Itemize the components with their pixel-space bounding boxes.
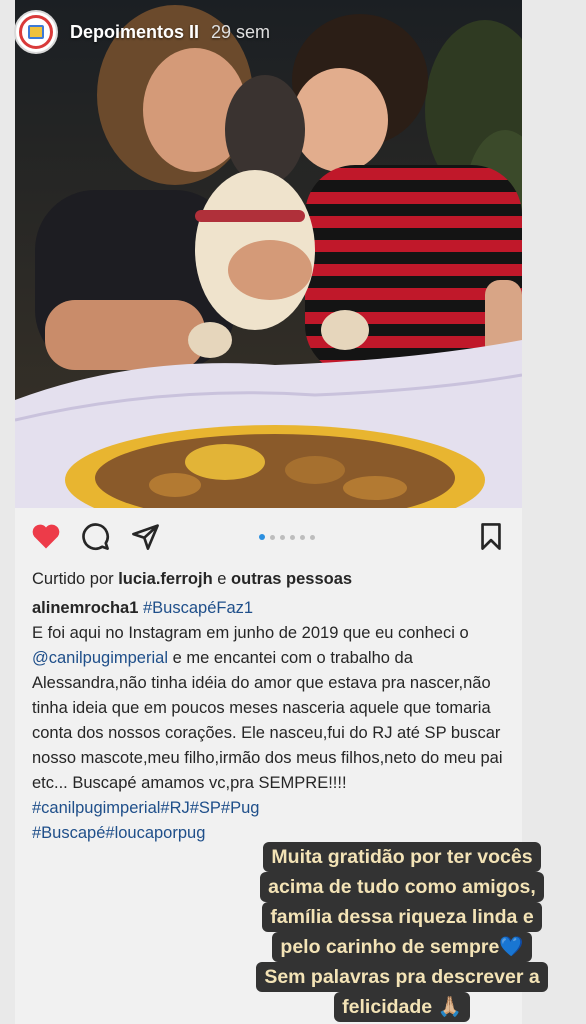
story-avatar[interactable] [14,10,58,54]
story-timestamp: 29 sem [211,21,271,42]
caption-mention[interactable]: @canilpugimperial [32,649,168,667]
comment-icon[interactable] [81,522,110,556]
sticker-line: família dessa riqueza linda e [262,902,542,932]
post-caption: alinemrocha1 #BuscapéFaz1 E foi aqui no … [32,596,514,846]
story-frame[interactable]: Depoimentos II 29 sem Curtido por lucia.… [0,0,586,1024]
caption-text: E foi aqui no Instagram em junho de 2019… [32,624,469,642]
caption-hashtags[interactable]: #canilpugimperial#RJ#SP#Pug [32,799,259,817]
story-header: Depoimentos II 29 sem [14,10,270,54]
text-sticker[interactable]: Muita gratidão por ter vocês acima de tu… [234,842,570,1022]
post-photo [15,0,522,508]
caption-hashtag[interactable]: #BuscapéFaz1 [143,599,253,617]
bookmark-icon[interactable] [478,522,504,556]
heart-icon[interactable] [31,522,61,555]
caption-text-2: e me encantei com o trabalho da Alessand… [32,649,503,792]
share-icon[interactable] [131,522,160,556]
carousel-indicator [259,534,315,540]
liker-username[interactable]: lucia.ferrojh [118,570,212,588]
likes-line: Curtido por lucia.ferrojh e outras pesso… [32,570,352,589]
story-username[interactable]: Depoimentos II [70,22,199,43]
caption-username[interactable]: alinemrocha1 [32,599,138,617]
caption-hashtags-2[interactable]: #Buscapé#loucaporpug [32,824,205,842]
sticker-line: Sem palavras pra descrever a [256,962,548,992]
likes-others[interactable]: outras pessoas [231,570,352,588]
sticker-line: felicidade 🙏🏼 [334,992,470,1022]
sticker-line: pelo carinho de sempre💙 [272,932,532,962]
likes-prefix: Curtido por [32,570,119,588]
likes-middle: e [212,570,232,588]
post-actions [31,522,504,554]
sticker-line: Muita gratidão por ter vocês [263,842,541,872]
sticker-line: acima de tudo como amigos, [260,872,544,902]
